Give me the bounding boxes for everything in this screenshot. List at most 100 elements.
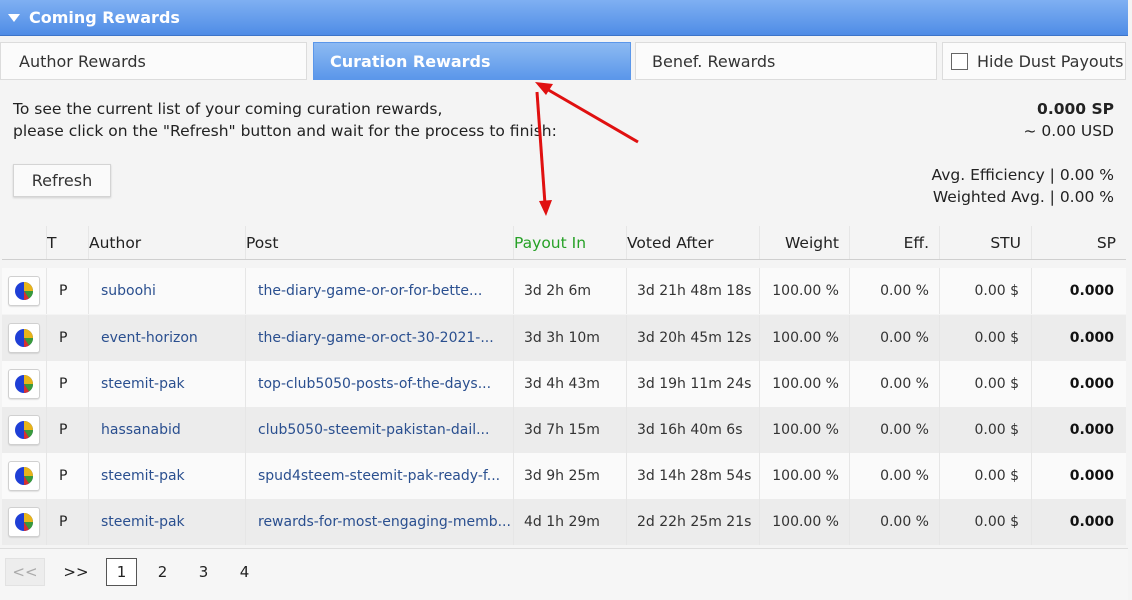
header-payout-in[interactable]: Payout In xyxy=(514,226,627,259)
payout-in-cell: 3d 7h 15m xyxy=(514,407,627,453)
post-link[interactable]: rewards-for-most-engaging-memb... xyxy=(246,499,514,545)
author-link[interactable]: steemit-pak xyxy=(89,499,246,545)
type-cell: P xyxy=(47,453,89,499)
weight-cell: 100.00 % xyxy=(760,407,850,453)
header-icon-col xyxy=(2,226,47,259)
post-link[interactable]: the-diary-game-or-oct-30-2021-... xyxy=(246,315,514,361)
row-icon-cell xyxy=(2,268,47,314)
payout-in-cell: 4d 1h 29m xyxy=(514,499,627,545)
sp-cell: 0.000 xyxy=(1069,376,1114,392)
weight-cell: 100.00 % xyxy=(760,453,850,499)
sp-total-value: 0.000 SP xyxy=(1037,100,1114,118)
pie-chart-icon[interactable] xyxy=(8,415,40,445)
hide-dust-checkbox[interactable] xyxy=(951,52,968,70)
sp-cell: 0.000 xyxy=(1069,330,1114,346)
rewards-tabs: Author Rewards Curation Rewards Benef. R… xyxy=(0,42,1128,80)
row-icon-cell xyxy=(2,315,47,361)
refresh-button[interactable]: Refresh xyxy=(13,164,111,197)
author-link[interactable]: hassanabid xyxy=(89,407,246,453)
instructions: To see the current list of your coming c… xyxy=(13,98,557,142)
tab-author-label: Author Rewards xyxy=(19,51,146,71)
row-icon-cell xyxy=(2,407,47,453)
author-link[interactable]: suboohi xyxy=(89,268,246,314)
weight-cell: 100.00 % xyxy=(760,315,850,361)
type-cell: P xyxy=(47,499,89,545)
author-link[interactable]: event-horizon xyxy=(89,315,246,361)
header-weight[interactable]: Weight xyxy=(760,226,850,259)
page-3-button[interactable]: 3 xyxy=(188,558,219,586)
header-eff[interactable]: Eff. xyxy=(850,226,940,259)
tab-curation-rewards[interactable]: Curation Rewards xyxy=(313,42,631,80)
avg-efficiency: Avg. Efficiency | 0.00 % xyxy=(931,166,1114,184)
stu-cell: 0.00 $ xyxy=(940,499,1032,545)
total-summary: 0.000 SP ~ 0.00 USD xyxy=(1024,98,1114,142)
header-sp[interactable]: SP xyxy=(1032,226,1126,259)
payout-in-cell: 3d 9h 25m xyxy=(514,453,627,499)
table-row: Psuboohi the-diary-game-or-or-for-bette..… xyxy=(2,268,1126,314)
pagination: << >> 1 2 3 4 xyxy=(0,548,1128,600)
efficiency-summary: Avg. Efficiency | 0.00 % Weighted Avg. |… xyxy=(932,164,1114,208)
type-cell: P xyxy=(47,315,89,361)
header-voted-after[interactable]: Voted After xyxy=(627,226,760,259)
type-cell: P xyxy=(47,407,89,453)
sp-cell: 0.000 xyxy=(1069,422,1114,438)
header-stu[interactable]: STU xyxy=(940,226,1032,259)
stu-cell: 0.00 $ xyxy=(940,268,1032,314)
type-cell: P xyxy=(47,268,89,314)
post-link[interactable]: club5050-steemit-pakistan-dail... xyxy=(246,407,514,453)
next-page-button[interactable]: >> xyxy=(56,558,96,586)
table-row: Pevent-horizon the-diary-game-or-oct-30-2… xyxy=(2,315,1126,361)
eff-cell: 0.00 % xyxy=(850,315,940,361)
page-2-button[interactable]: 2 xyxy=(147,558,178,586)
section-title: Coming Rewards xyxy=(29,8,180,27)
eff-cell: 0.00 % xyxy=(850,499,940,545)
eff-cell: 0.00 % xyxy=(850,453,940,499)
hide-dust-toggle[interactable]: Hide Dust Payouts xyxy=(942,42,1126,80)
voted-after-cell: 2d 22h 25m 21s xyxy=(627,499,760,545)
row-icon-cell xyxy=(2,361,47,407)
section-header[interactable]: Coming Rewards xyxy=(0,0,1128,36)
tab-author-rewards[interactable]: Author Rewards xyxy=(0,42,307,80)
weighted-avg: Weighted Avg. | 0.00 % xyxy=(932,188,1114,206)
author-link[interactable]: steemit-pak xyxy=(89,453,246,499)
pie-chart-icon[interactable] xyxy=(8,369,40,399)
post-link[interactable]: spud4steem-steemit-pak-ready-f... xyxy=(246,453,514,499)
instructions-line-1: To see the current list of your coming c… xyxy=(13,100,443,118)
sp-cell: 0.000 xyxy=(1069,468,1114,484)
author-link[interactable]: steemit-pak xyxy=(89,361,246,407)
row-icon-cell xyxy=(2,499,47,545)
stu-cell: 0.00 $ xyxy=(940,361,1032,407)
payout-in-cell: 3d 4h 43m xyxy=(514,361,627,407)
eff-cell: 0.00 % xyxy=(850,268,940,314)
voted-after-cell: 3d 16h 40m 6s xyxy=(627,407,760,453)
header-type[interactable]: T xyxy=(47,226,89,259)
voted-after-cell: 3d 14h 28m 54s xyxy=(627,453,760,499)
pie-chart-icon[interactable] xyxy=(8,276,40,306)
voted-after-cell: 3d 21h 48m 18s xyxy=(627,268,760,314)
pie-chart-icon[interactable] xyxy=(8,507,40,537)
weight-cell: 100.00 % xyxy=(760,499,850,545)
weight-cell: 100.00 % xyxy=(760,361,850,407)
hide-dust-label: Hide Dust Payouts xyxy=(977,51,1124,71)
tab-benef-rewards[interactable]: Benef. Rewards xyxy=(635,42,937,80)
table-row: Psteemit-pak spud4steem-steemit-pak-ready… xyxy=(2,453,1126,499)
prev-page-button[interactable]: << xyxy=(5,558,45,586)
page-4-button[interactable]: 4 xyxy=(229,558,260,586)
page-1-button[interactable]: 1 xyxy=(106,558,137,586)
header-author[interactable]: Author xyxy=(89,226,246,259)
tab-curation-label: Curation Rewards xyxy=(330,51,491,71)
table-row: Phassanabid club5050-steemit-pakistan-dai… xyxy=(2,407,1126,453)
collapse-triangle-icon[interactable] xyxy=(8,13,20,22)
header-post[interactable]: Post xyxy=(246,226,514,259)
stu-cell: 0.00 $ xyxy=(940,453,1032,499)
post-link[interactable]: top-club5050-posts-of-the-days... xyxy=(246,361,514,407)
pie-chart-icon[interactable] xyxy=(8,461,40,491)
post-link[interactable]: the-diary-game-or-or-for-bette... xyxy=(246,268,514,314)
voted-after-cell: 3d 20h 45m 12s xyxy=(627,315,760,361)
coming-rewards-panel: Coming Rewards Author Rewards Curation R… xyxy=(0,0,1132,600)
instructions-line-2: please click on the "Refresh" button and… xyxy=(13,122,557,140)
payout-in-cell: 3d 3h 10m xyxy=(514,315,627,361)
table-row: Psteemit-pak top-club5050-posts-of-the-da… xyxy=(2,361,1126,407)
pie-chart-icon[interactable] xyxy=(8,323,40,353)
usd-total-value: ~ 0.00 USD xyxy=(1023,122,1114,140)
